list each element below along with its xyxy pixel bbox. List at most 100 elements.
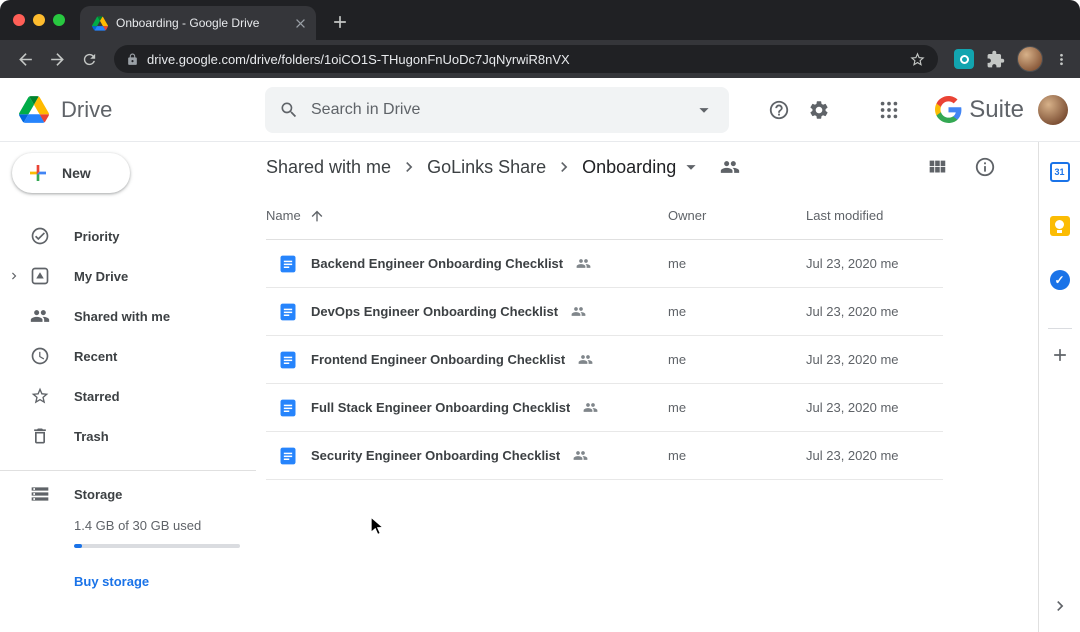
url-text: drive.google.com/drive/folders/1oiCO1S-T…	[147, 52, 901, 67]
help-button[interactable]	[759, 90, 799, 130]
drive-logo[interactable]: Drive	[0, 96, 256, 123]
owner-cell: me	[668, 352, 806, 367]
google-docs-icon	[278, 398, 298, 418]
zoom-window-button[interactable]	[53, 14, 65, 26]
browser-menu-icon[interactable]	[1053, 51, 1070, 68]
new-button-label: New	[62, 165, 91, 181]
file-name-cell: Frontend Engineer Onboarding Checklist	[266, 350, 668, 370]
expand-chevron-icon[interactable]	[7, 269, 21, 283]
gsuite-logo: Suite	[935, 96, 1024, 124]
sort-ascending-icon[interactable]	[309, 208, 325, 224]
breadcrumb-shared-with-me[interactable]: Shared with me	[266, 157, 391, 178]
chevron-right-icon	[554, 157, 574, 177]
buy-storage-link[interactable]: Buy storage	[74, 574, 149, 589]
expand-panel-chevron-icon[interactable]	[1050, 596, 1070, 616]
search-input[interactable]	[311, 101, 681, 119]
breadcrumb-golinks-share[interactable]: GoLinks Share	[427, 157, 546, 178]
gear-icon	[808, 99, 830, 121]
lock-icon	[126, 53, 139, 66]
storage-progress-fill	[74, 544, 82, 548]
file-name: Security Engineer Onboarding Checklist	[311, 448, 560, 463]
google-g-icon	[935, 96, 962, 123]
sidebar-item-label: Starred	[74, 389, 120, 404]
sidebar-item-label: Priority	[74, 229, 120, 244]
header-actions: Suite	[759, 90, 1080, 130]
breadcrumb-onboarding[interactable]: Onboarding	[582, 157, 676, 178]
main-area: New Priority My Drive Shared with me	[0, 142, 1080, 632]
chevron-right-icon	[399, 157, 419, 177]
new-button[interactable]: New	[12, 153, 130, 193]
close-window-button[interactable]	[13, 14, 25, 26]
clock-icon	[30, 346, 50, 366]
google-keep-icon[interactable]	[1050, 216, 1070, 236]
column-header-modified[interactable]: Last modified	[806, 208, 943, 223]
minimize-window-button[interactable]	[33, 14, 45, 26]
star-icon	[30, 386, 50, 406]
grid-view-icon[interactable]	[926, 156, 948, 178]
sidebar-item-storage[interactable]: Storage	[0, 474, 256, 514]
extensions-puzzle-icon[interactable]	[986, 50, 1005, 69]
file-name: Frontend Engineer Onboarding Checklist	[311, 352, 565, 367]
refresh-button[interactable]	[74, 44, 104, 74]
extension-icon[interactable]	[954, 49, 974, 69]
search-options-caret-icon[interactable]	[693, 99, 715, 121]
last-modified-cell: Jul 23, 2020 me	[806, 352, 943, 367]
sidebar-item-recent[interactable]: Recent	[0, 336, 256, 376]
my-drive-icon	[30, 266, 50, 286]
view-actions	[926, 156, 996, 178]
sidebar-item-shared-with-me[interactable]: Shared with me	[0, 296, 256, 336]
file-name-cell: DevOps Engineer Onboarding Checklist	[266, 302, 668, 322]
browser-profile-avatar[interactable]	[1017, 46, 1043, 72]
column-header-name[interactable]: Name	[266, 208, 668, 224]
tab-close-icon[interactable]	[293, 16, 308, 31]
last-modified-cell: Jul 23, 2020 me	[806, 256, 943, 271]
last-modified-cell: Jul 23, 2020 me	[806, 400, 943, 415]
storage-progress-bar	[74, 544, 240, 548]
sidebar-item-starred[interactable]: Starred	[0, 376, 256, 416]
table-row[interactable]: Security Engineer Onboarding Checklist m…	[266, 432, 943, 480]
search-bar[interactable]	[265, 87, 729, 133]
sidebar-item-priority[interactable]: Priority	[0, 216, 256, 256]
new-tab-button[interactable]	[330, 12, 350, 32]
google-calendar-icon[interactable]: 31	[1050, 162, 1070, 182]
folder-shared-icon	[720, 157, 740, 177]
table-row[interactable]: Full Stack Engineer Onboarding Checklist…	[266, 384, 943, 432]
sidebar-item-label: My Drive	[74, 269, 128, 284]
table-row[interactable]: Frontend Engineer Onboarding Checklist m…	[266, 336, 943, 384]
table-row[interactable]: DevOps Engineer Onboarding Checklist me …	[266, 288, 943, 336]
table-row[interactable]: Backend Engineer Onboarding Checklist me…	[266, 240, 943, 288]
bookmark-star-icon[interactable]	[909, 51, 926, 68]
owner-cell: me	[668, 400, 806, 415]
window-controls	[13, 14, 65, 26]
address-bar[interactable]: drive.google.com/drive/folders/1oiCO1S-T…	[114, 45, 938, 73]
sidebar-item-my-drive[interactable]: My Drive	[0, 256, 256, 296]
account-avatar[interactable]	[1038, 95, 1068, 125]
sidebar-item-label: Trash	[74, 429, 109, 444]
shared-indicator-icon	[578, 352, 593, 367]
google-tasks-icon[interactable]: ✓	[1050, 270, 1070, 290]
forward-button[interactable]	[42, 44, 72, 74]
sidebar-item-trash[interactable]: Trash	[0, 416, 256, 456]
info-icon[interactable]	[974, 156, 996, 178]
google-docs-icon	[278, 350, 298, 370]
file-name: DevOps Engineer Onboarding Checklist	[311, 304, 558, 319]
file-name-cell: Security Engineer Onboarding Checklist	[266, 446, 668, 466]
file-name-cell: Backend Engineer Onboarding Checklist	[266, 254, 668, 274]
settings-button[interactable]	[799, 90, 839, 130]
column-header-owner[interactable]: Owner	[668, 208, 806, 223]
browser-toolbar: drive.google.com/drive/folders/1oiCO1S-T…	[0, 40, 1080, 78]
breadcrumb: Shared with me GoLinks Share Onboarding	[256, 142, 1038, 192]
google-apps-button[interactable]	[869, 90, 909, 130]
folder-menu-caret-icon[interactable]	[680, 156, 702, 178]
shared-indicator-icon	[576, 256, 591, 271]
file-name: Backend Engineer Onboarding Checklist	[311, 256, 563, 271]
table-header: Name Owner Last modified	[266, 192, 943, 240]
back-button[interactable]	[10, 44, 40, 74]
sidebar: New Priority My Drive Shared with me	[0, 142, 256, 632]
storage-label: Storage	[74, 487, 122, 502]
help-icon	[768, 99, 790, 121]
add-addon-icon[interactable]	[1050, 345, 1070, 365]
browser-tab[interactable]: Onboarding - Google Drive	[80, 6, 316, 40]
search-icon[interactable]	[279, 100, 299, 120]
last-modified-cell: Jul 23, 2020 me	[806, 448, 943, 463]
